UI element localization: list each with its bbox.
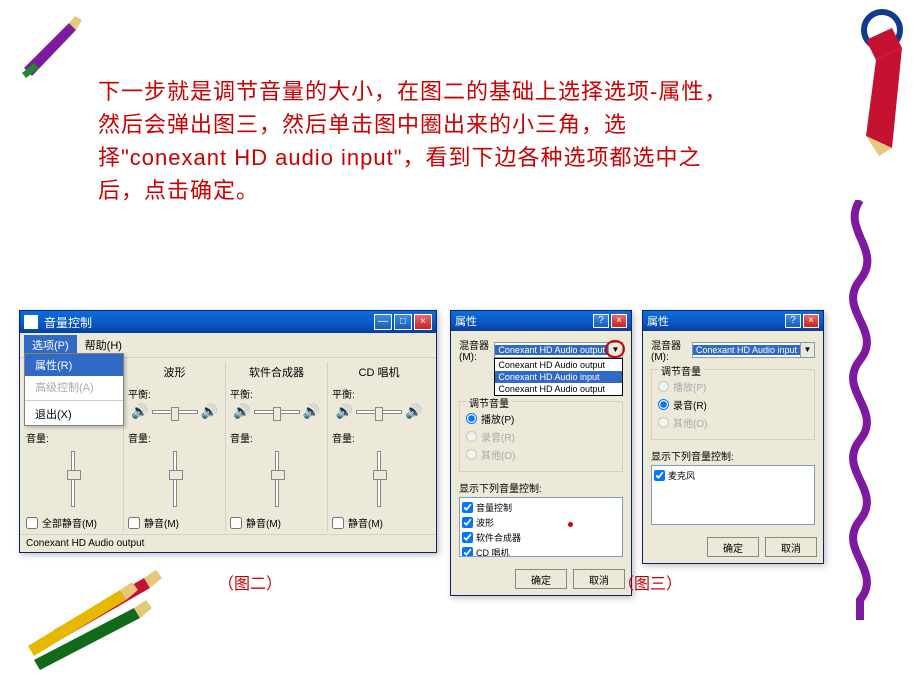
volume-control-window: 音量控制 — □ × 选项(P) 帮助(H) 属性(R) 高级控制(A) 退出(… [19, 310, 437, 553]
list-item[interactable]: 音量控制 [462, 500, 620, 515]
list-label: 显示下列音量控制: [459, 480, 623, 495]
list-item[interactable]: 软件合成器 [462, 530, 620, 545]
vc-col-synth: 软件合成器 平衡: 🔊🔊 音量: 静音(M) [226, 362, 328, 532]
volume-slider[interactable] [275, 451, 279, 507]
list-item[interactable]: 波形 [462, 515, 620, 530]
titlebar[interactable]: 音量控制 — □ × [20, 311, 436, 333]
speaker-right-icon: 🔊 [303, 403, 320, 420]
close-button[interactable]: × [414, 314, 432, 330]
properties-dialog-1: 属性 ? × 混音器(M): Conexant HD Audio output … [450, 310, 632, 596]
properties-dialog-2: 属性 ? × 混音器(M): Conexant HD Audio input ▼… [642, 310, 824, 564]
caption-fig3: （图三） [618, 570, 682, 594]
menu-properties[interactable]: 属性(R) [25, 354, 123, 376]
cancel-button[interactable]: 取消 [765, 537, 817, 557]
close-button[interactable]: × [803, 314, 819, 328]
mute-all[interactable]: 全部静音(M) [26, 515, 97, 530]
col-name: 波形 [164, 364, 186, 378]
chevron-down-icon[interactable]: ▼ [800, 343, 814, 357]
dialog-titlebar[interactable]: 属性 ? × [451, 311, 631, 331]
instruction-text: 下一步就是调节音量的大小，在图二的基础上选择选项-属性，然后会弹出图三，然后单击… [98, 75, 738, 207]
volume-slider[interactable] [71, 451, 75, 507]
mixer-select[interactable]: Conexant HD Audio input ▼ [692, 342, 815, 358]
dialog-title: 属性 [647, 313, 669, 329]
ok-button[interactable]: 确定 [707, 537, 759, 557]
volume-label: 音量: [26, 430, 49, 445]
mixer-dropdown: Conexant HD Audio output Conexant HD Aud… [494, 358, 623, 396]
speaker-left-icon: 🔊 [336, 403, 353, 420]
radio-play[interactable]: 播放(P) [466, 411, 616, 426]
speaker-left-icon: 🔊 [233, 403, 250, 420]
mixer-label: 混音器(M): [651, 337, 688, 363]
list-label: 显示下列音量控制: [651, 448, 815, 463]
decor-crayon-bl [24, 560, 174, 670]
radio-other: 其他(O) [466, 447, 616, 462]
balance-label: 平衡: [332, 386, 355, 401]
menu-options[interactable]: 选项(P) [24, 335, 77, 355]
adjust-fieldset: 调节音量 播放(P) 录音(R) 其他(O) [459, 401, 623, 472]
radio-play: 播放(P) [658, 379, 808, 394]
mute-wave[interactable]: 静音(M) [128, 515, 179, 530]
speaker-left-icon: 🔊 [131, 403, 148, 420]
mixer-opt-input[interactable]: Conexant HD Audio input [495, 371, 622, 383]
minimize-button[interactable]: — [374, 314, 392, 330]
menu-exit[interactable]: 退出(X) [25, 403, 123, 425]
volume-label: 音量: [332, 430, 355, 445]
close-button[interactable]: × [611, 314, 627, 328]
mixer-label: 混音器(M): [459, 337, 490, 363]
mixer-value: Conexant HD Audio input [693, 345, 800, 355]
red-dot-marker [568, 522, 573, 527]
maximize-button[interactable]: □ [394, 314, 412, 330]
speaker-right-icon: 🔊 [405, 403, 422, 420]
help-button[interactable]: ? [593, 314, 609, 328]
col-name: CD 唱机 [359, 364, 400, 378]
caption-fig2: （图二） [218, 570, 282, 594]
volume-label: 音量: [230, 430, 253, 445]
balance-label: 平衡: [230, 386, 253, 401]
radio-record[interactable]: 录音(R) [658, 397, 808, 412]
col-name: 软件合成器 [249, 364, 304, 378]
menu-advanced: 高级控制(A) [25, 376, 123, 398]
radio-record: 录音(R) [466, 429, 616, 444]
menu-help[interactable]: 帮助(H) [77, 335, 130, 355]
decor-squiggle [830, 200, 890, 620]
mixer-value: Conexant HD Audio output [495, 345, 608, 355]
balance-slider[interactable]: 🔊🔊 [336, 403, 423, 420]
speaker-right-icon: 🔊 [201, 403, 218, 420]
mixer-opt-output[interactable]: Conexant HD Audio output [495, 359, 622, 371]
volume-label: 音量: [128, 430, 151, 445]
adjust-legend: 调节音量 [466, 395, 512, 410]
list-item[interactable]: CD 唱机 [462, 545, 620, 557]
options-dropdown: 属性(R) 高级控制(A) 退出(X) [24, 353, 124, 426]
chevron-down-icon[interactable]: ▼ [608, 343, 622, 357]
list-item[interactable]: 麦克风 [654, 468, 812, 483]
window-title: 音量控制 [44, 314, 92, 331]
mixer-opt-output2[interactable]: Conexant HD Audio output [495, 383, 622, 395]
balance-label: 平衡: [128, 386, 151, 401]
app-icon [24, 315, 38, 329]
balance-slider[interactable]: 🔊🔊 [131, 403, 218, 420]
mute-cd[interactable]: 静音(M) [332, 515, 383, 530]
dialog-title: 属性 [455, 313, 477, 329]
status-bar: Conexant HD Audio output [20, 534, 436, 552]
balance-slider[interactable]: 🔊🔊 [233, 403, 320, 420]
volume-slider[interactable] [377, 451, 381, 507]
adjust-fieldset: 调节音量 播放(P) 录音(R) 其他(O) [651, 369, 815, 440]
vc-col-cd: CD 唱机 平衡: 🔊🔊 音量: 静音(M) [328, 362, 430, 532]
radio-other: 其他(O) [658, 415, 808, 430]
vc-col-wave: 波形 平衡: 🔊🔊 音量: 静音(M) [124, 362, 226, 532]
dialog-titlebar[interactable]: 属性 ? × [643, 311, 823, 331]
help-button[interactable]: ? [785, 314, 801, 328]
mixer-select[interactable]: Conexant HD Audio output ▼ Conexant HD A… [494, 342, 623, 358]
mute-synth[interactable]: 静音(M) [230, 515, 281, 530]
decor-crayon-tr [832, 8, 906, 158]
volume-slider[interactable] [173, 451, 177, 507]
volume-list[interactable]: 麦克风 [651, 465, 815, 525]
decor-crayon-tl [14, 8, 94, 78]
ok-button[interactable]: 确定 [515, 569, 567, 589]
adjust-legend: 调节音量 [658, 363, 704, 378]
volume-list[interactable]: 音量控制 波形 软件合成器 CD 唱机 [459, 497, 623, 557]
